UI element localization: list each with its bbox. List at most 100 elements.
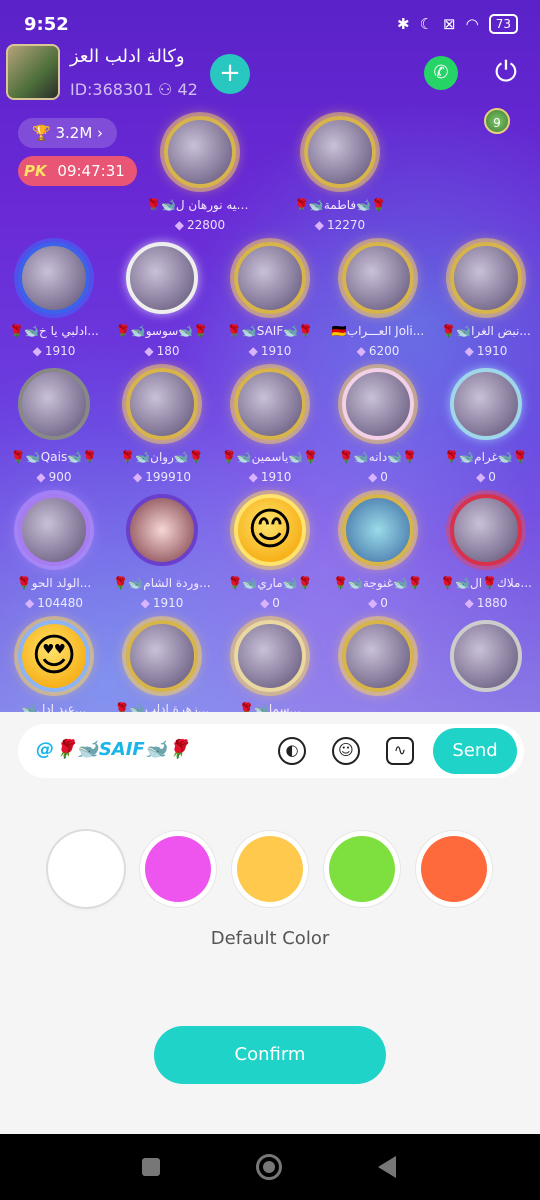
seat-avatar — [234, 368, 306, 440]
seat-avatar — [126, 242, 198, 314]
mic-seat[interactable]: 🌹🐋وردة الشام... ◆ 1910 — [108, 494, 216, 618]
pk-timer-pill[interactable]: PK 09:47:31 — [18, 156, 137, 186]
power-icon[interactable]: ⏻ — [488, 54, 524, 90]
mic-seat[interactable]: 🌹🐋زهرة ادلب... — [108, 620, 216, 712]
seat-avatar — [342, 242, 414, 314]
status-time: 9:52 — [24, 14, 69, 35]
seat-avatar — [304, 116, 376, 188]
diamond-icon: ◆ — [24, 596, 35, 610]
sim-icon: ⊠ — [443, 15, 456, 33]
mic-seat[interactable]: 🌹🐋نبض الغرا... ◆ 1910 — [432, 242, 540, 366]
trophy-pill[interactable]: 🏆 3.2M › — [18, 118, 118, 148]
seat-avatar — [18, 242, 90, 314]
room-avatar[interactable] — [6, 44, 60, 100]
mic-seat[interactable]: 😊 🌹🐋ماري🐋🌹 ◆ 0 — [216, 494, 324, 618]
seat-avatar — [450, 368, 522, 440]
diamond-icon: ◆ — [248, 344, 258, 358]
recents-button[interactable] — [142, 1158, 160, 1176]
mic-seat[interactable]: 🌹🐋روان🐋🌹 ◆ 199910 — [108, 368, 216, 492]
level-badge[interactable]: 9 — [484, 108, 510, 134]
voice-room-background: 9:52 ✱ ☾ ⊠ ◠ 73 وكالة ادلب العز ID:36830… — [0, 0, 540, 712]
mic-seat[interactable]: 🌹🐋ياسمين🐋🌹 ◆ 1910 — [216, 368, 324, 492]
seat-avatar — [234, 620, 306, 692]
mic-seat[interactable]: 🌹الولد الحو... ◆ 104480 — [0, 494, 108, 618]
heart-eyes-emoji-avatar: 😍 — [18, 620, 90, 692]
message-input[interactable]: @🌹🐋SAIF🐋🌹 — [36, 739, 190, 760]
diamond-icon: ◆ — [248, 470, 258, 484]
bluetooth-icon: ✱ — [397, 15, 410, 33]
selected-color-label: Default Color — [210, 928, 330, 949]
moon-icon: ☾ — [419, 15, 434, 33]
send-button[interactable]: Send — [433, 728, 517, 774]
seat-avatar — [450, 242, 522, 314]
diamond-icon: ◆ — [36, 470, 46, 484]
mic-seat[interactable] — [324, 620, 432, 712]
seat-avatar — [164, 116, 236, 188]
color-swatch-green[interactable] — [329, 836, 395, 902]
seat-avatar — [342, 494, 414, 566]
back-button[interactable] — [378, 1156, 396, 1178]
mic-seat[interactable]: 🌹🐋دانه🐋🌹 ◆ 0 — [324, 368, 432, 492]
seat-avatar — [18, 368, 90, 440]
diamond-icon: ◆ — [260, 596, 270, 610]
mic-seat[interactable] — [432, 620, 540, 712]
diamond-icon: ◆ — [464, 344, 474, 358]
mic-seat[interactable]: 🇩🇪العـــراب Joli... ◆ 6200 — [324, 242, 432, 366]
mic-seat[interactable]: 🌹🐋فاطمة🐋🌹 ◆ 12270 — [286, 116, 394, 240]
seat-avatar — [450, 620, 522, 692]
mic-seat[interactable]: 🌹🐋الوكيه نورهان ل... ◆22800 — [146, 116, 254, 240]
mic-seat[interactable]: 🌹🐋غرام🐋🌹 ◆ 0 — [432, 368, 540, 492]
pk-timer: 09:47:31 — [57, 162, 125, 180]
whatsapp-icon[interactable]: ✆ — [424, 56, 458, 90]
seat-avatar — [450, 494, 522, 566]
color-swatch-white[interactable] — [53, 836, 119, 902]
home-button[interactable] — [256, 1154, 282, 1180]
battery-icon: 73 — [488, 14, 518, 34]
palette-icon[interactable]: ◐ — [278, 737, 306, 765]
diamond-icon: ◆ — [32, 344, 42, 358]
diamond-icon: ◆ — [314, 218, 325, 232]
room-member-count[interactable]: ⚇ 42 — [158, 80, 198, 99]
mic-seat[interactable]: 🌹🐋غنوجة🐋🌹 ◆ 0 — [324, 494, 432, 618]
diamond-icon: ◆ — [356, 344, 366, 358]
seat-avatar — [126, 620, 198, 692]
color-swatch-magenta[interactable] — [145, 836, 211, 902]
room-id: ID:368301 — [70, 80, 154, 99]
room-name: وكالة ادلب العز — [70, 46, 185, 67]
follow-room-button[interactable]: + — [210, 54, 250, 94]
diamond-icon: ◆ — [132, 470, 143, 484]
image-icon[interactable]: ∿ — [386, 737, 414, 765]
diamond-icon: ◆ — [140, 596, 150, 610]
seat-avatar — [342, 620, 414, 692]
room-header: وكالة ادلب العز ID:368301 ⚇ 42 + ✆ ⏻ — [6, 44, 534, 104]
seat-avatar — [126, 494, 198, 566]
mic-seat[interactable]: 🌹🐋ادلبي يا خ... ◆ 1910 — [0, 242, 108, 366]
color-swatch-yellow[interactable] — [237, 836, 303, 902]
color-swatch-orange[interactable] — [421, 836, 487, 902]
chevron-right-icon: › — [97, 124, 104, 142]
mic-seat[interactable]: 🌹🐋Qais🐋🌹 ◆ 900 — [0, 368, 108, 492]
message-input-bar: @🌹🐋SAIF🐋🌹 ◐ ☺ ∿ Send — [18, 724, 524, 778]
seat-avatar — [126, 368, 198, 440]
trophy-icon: 🏆 — [32, 124, 51, 142]
emoji-icon[interactable]: ☺ — [332, 737, 360, 765]
status-bar: 9:52 ✱ ☾ ⊠ ◠ 73 — [0, 0, 540, 48]
mic-seat[interactable]: 🌹🐋SAIF🐋🌹 ◆ 1910 — [216, 242, 324, 366]
seat-avatar — [234, 242, 306, 314]
mic-seat[interactable]: 🌹🐋ملاك🌹ال... ◆ 1880 — [432, 494, 540, 618]
mic-seat[interactable]: 😍 🐋عبد ادل... — [0, 620, 108, 712]
smiling-face-emoji-avatar: 😊 — [234, 494, 306, 566]
people-icon: ⚇ — [158, 80, 173, 99]
diamond-icon: ◆ — [174, 218, 185, 232]
diamond-icon: ◆ — [476, 470, 486, 484]
message-color-panel: @🌹🐋SAIF🐋🌹 ◐ ☺ ∿ Send Default Color Confi… — [0, 712, 540, 1134]
seat-avatar — [342, 368, 414, 440]
confirm-button[interactable]: Confirm — [154, 1026, 386, 1084]
mic-seat[interactable]: 🌹🐋سوسو🐋🌹 ◆ 180 — [108, 242, 216, 366]
seat-avatar — [18, 494, 90, 566]
diamond-icon: ◆ — [144, 344, 154, 358]
diamond-icon: ◆ — [368, 596, 378, 610]
mic-seat[interactable]: 🌹🐋سما... — [216, 620, 324, 712]
system-nav-bar — [0, 1134, 540, 1200]
diamond-icon: ◆ — [464, 596, 474, 610]
